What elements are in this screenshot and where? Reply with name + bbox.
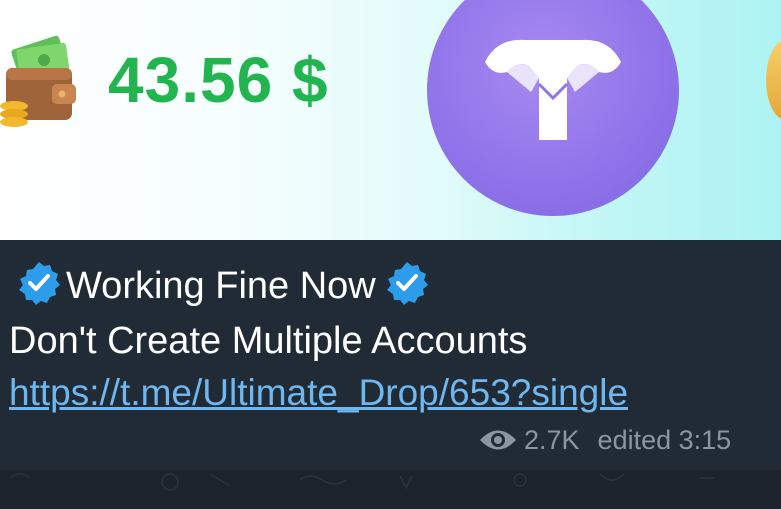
message-link[interactable]: https://t.me/Ultimate_Drop/653?single	[9, 368, 628, 418]
verified-check-icon	[386, 262, 428, 305]
view-count: 2.7K	[524, 425, 580, 455]
message-bubble: Working Fine Now Don't Create Multiple A…	[0, 240, 781, 470]
eye-icon	[480, 430, 516, 450]
message-time: 3:15	[678, 425, 732, 455]
wallet-icon	[0, 35, 76, 127]
message-meta: 2.7K edited 3:15	[478, 422, 731, 458]
message-subtitle: Don't Create Multiple Accounts	[9, 320, 528, 362]
edited-label: edited	[597, 425, 672, 455]
post-image-banner[interactable]: 43.56 $	[0, 0, 781, 240]
message-title-line: Working Fine Now	[8, 260, 430, 311]
partial-coin-shape	[766, 40, 781, 120]
verified-check-icon	[19, 262, 60, 305]
message-title: Working Fine Now	[66, 265, 376, 307]
balance-amount: 43.56 $	[108, 44, 329, 116]
chat-background	[0, 470, 781, 509]
ultimate-drop-logo-icon	[427, 0, 679, 216]
